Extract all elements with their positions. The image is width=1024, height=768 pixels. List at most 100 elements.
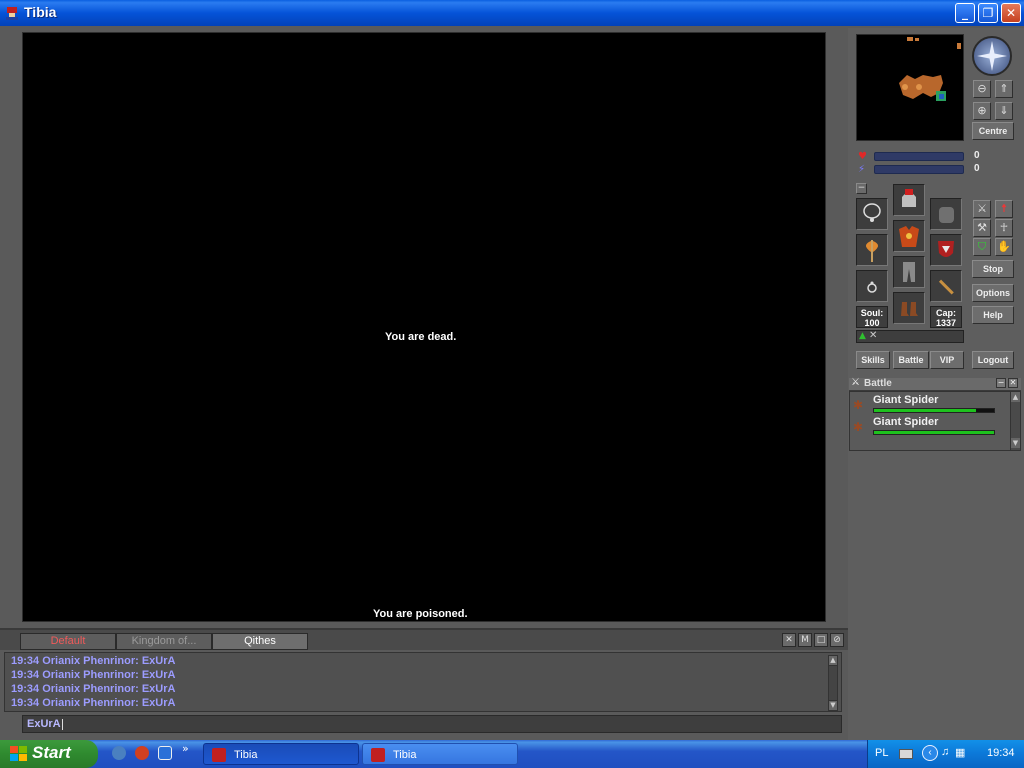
axe-icon — [866, 240, 878, 262]
clock[interactable]: 19:34 — [987, 747, 1015, 759]
stop-button[interactable]: Stop — [972, 260, 1014, 278]
minimize-button[interactable]: _ — [955, 3, 975, 23]
restore-button[interactable]: ❐ — [978, 3, 998, 23]
minimap[interactable] — [856, 34, 964, 141]
ring-icon — [867, 281, 877, 293]
start-label: Start — [32, 743, 71, 762]
chat-tab-bar: Default Kingdom of... Qithes ✕ M □ ⊘ — [0, 628, 848, 650]
scroll-down-icon[interactable]: ▼ — [829, 700, 837, 710]
minimize-inventory-icon[interactable]: − — [856, 183, 867, 194]
helmet-slot[interactable] — [893, 184, 925, 216]
battle-condition-icon: ✕ — [869, 330, 878, 341]
window-titlebar[interactable]: Tibia _ ❐ ✕ — [0, 0, 1024, 26]
defensive-stance-icon[interactable]: ⛉ — [973, 238, 991, 256]
options-button[interactable]: Options — [972, 284, 1014, 302]
keyboard-icon[interactable] — [899, 749, 913, 759]
chat-input[interactable]: ExUrA — [22, 715, 842, 733]
game-view[interactable]: You are dead. You are poisoned. — [22, 32, 826, 622]
scroll-up-icon[interactable]: ▲ — [1011, 392, 1020, 402]
health-value: 0 — [974, 150, 980, 161]
tibia-task-icon — [371, 748, 385, 762]
server-log-icon[interactable]: □ — [814, 633, 828, 647]
chase-icon[interactable]: ☥ — [995, 219, 1013, 237]
scroll-up-icon[interactable]: ▲ — [829, 656, 837, 666]
language-indicator[interactable]: PL — [875, 747, 888, 759]
windows-logo-icon — [10, 746, 27, 761]
zoom-in-icon[interactable]: ⊕ — [973, 102, 991, 120]
taskbar-tibia-active[interactable]: Tibia — [203, 743, 359, 765]
creature-health-bar — [873, 408, 995, 413]
start-button[interactable]: Start — [0, 740, 98, 768]
quicklaunch-media-icon[interactable] — [135, 746, 149, 760]
tab-default[interactable]: Default — [20, 633, 116, 650]
secure-mode-icon[interactable]: ✋ — [995, 238, 1013, 256]
floor-up-icon[interactable]: ⇑ — [995, 80, 1013, 98]
skills-button[interactable]: Skills — [856, 351, 890, 369]
backpack-slot[interactable] — [930, 198, 962, 230]
vip-button[interactable]: VIP — [930, 351, 964, 369]
armor-icon — [899, 226, 919, 247]
amulet-slot[interactable] — [856, 198, 888, 230]
offensive-stance-icon[interactable]: ⚔ — [973, 200, 991, 218]
chat-scrollbar[interactable]: ▲ ▼ — [828, 655, 838, 711]
taskbar-tibia[interactable]: Tibia — [362, 743, 518, 765]
volume-icon[interactable]: ♫ — [941, 746, 949, 758]
arrow-icon — [938, 279, 954, 295]
chat-line: 19:34 Orianix Phenrinor: ExUrA — [11, 683, 176, 695]
poison-condition-icon: ▲ — [859, 331, 866, 341]
ignore-list-icon[interactable]: ⊘ — [830, 633, 844, 647]
battle-entry[interactable]: ✱ Giant Spider — [850, 394, 1008, 416]
battle-button[interactable]: Battle — [893, 351, 929, 369]
shield-slot[interactable] — [930, 234, 962, 266]
close-battle-icon[interactable]: ✕ — [1008, 378, 1018, 388]
cap-label: Cap: — [936, 308, 956, 318]
quicklaunch-ie-icon[interactable] — [158, 746, 172, 760]
chat-line: 19:34 Orianix Phenrinor: ExUrA — [11, 669, 176, 681]
close-channel-icon[interactable]: ✕ — [782, 633, 796, 647]
status-message: You are poisoned. — [373, 608, 468, 620]
creature-name: Giant Spider — [873, 394, 939, 406]
quicklaunch-browser-icon[interactable] — [112, 746, 126, 760]
boots-slot[interactable] — [893, 292, 925, 324]
cap-box: Cap: 1337 — [930, 306, 962, 328]
stand-still-icon[interactable]: ☨ — [995, 200, 1013, 218]
chat-line: 19:34 Orianix Phenrinor: ExUrA — [11, 697, 176, 709]
centre-button[interactable]: Centre — [972, 122, 1014, 140]
health-bar — [874, 152, 964, 161]
battle-scrollbar[interactable]: ▲ ▼ — [1010, 392, 1020, 450]
chat-line: 19:34 Orianix Phenrinor: ExUrA — [11, 655, 176, 667]
compass-icon[interactable] — [972, 36, 1012, 76]
balanced-stance-icon[interactable]: ⚒ — [973, 219, 991, 237]
shield-icon — [938, 241, 954, 257]
floor-down-icon[interactable]: ⇓ — [995, 102, 1013, 120]
close-button[interactable]: ✕ — [1001, 3, 1021, 23]
quicklaunch-more-icon[interactable]: » — [182, 742, 189, 755]
battle-window-header[interactable]: ⚔ Battle − ✕ — [849, 377, 1021, 391]
tab-qithes[interactable]: Qithes — [212, 633, 308, 650]
network-icon[interactable]: ▦ — [955, 746, 965, 759]
creature-health-bar — [873, 430, 995, 435]
logout-button[interactable]: Logout — [972, 351, 1014, 369]
help-button[interactable]: Help — [972, 306, 1014, 324]
armor-slot[interactable] — [893, 220, 925, 252]
chat-log[interactable]: 19:34 Orianix Phenrinor: ExUrA 19:34 Ori… — [4, 652, 842, 712]
weapon-slot[interactable] — [856, 234, 888, 266]
minimap-terrain — [899, 37, 961, 101]
ammo-slot[interactable] — [930, 270, 962, 302]
scroll-down-icon[interactable]: ▼ — [1011, 438, 1020, 448]
battle-list[interactable]: ✱ Giant Spider ✱ Giant Spider ▲ ▼ — [849, 391, 1021, 451]
tab-kingdom[interactable]: Kingdom of... — [116, 633, 212, 650]
tibia-task-icon — [212, 748, 226, 762]
legs-slot[interactable] — [893, 256, 925, 288]
boots-icon — [901, 302, 918, 316]
backpack-icon — [939, 207, 954, 223]
ring-slot[interactable] — [856, 270, 888, 302]
zoom-out-icon[interactable]: ⊖ — [973, 80, 991, 98]
battle-entry[interactable]: ✱ Giant Spider — [850, 416, 1008, 438]
task-label: Tibia — [234, 749, 258, 761]
minimize-battle-icon[interactable]: − — [996, 378, 1006, 388]
amulet-icon — [863, 203, 881, 222]
tray-expand-icon[interactable]: ‹ — [922, 745, 938, 761]
battle-window-title: Battle — [864, 378, 892, 389]
message-channel-icon[interactable]: M — [798, 633, 812, 647]
